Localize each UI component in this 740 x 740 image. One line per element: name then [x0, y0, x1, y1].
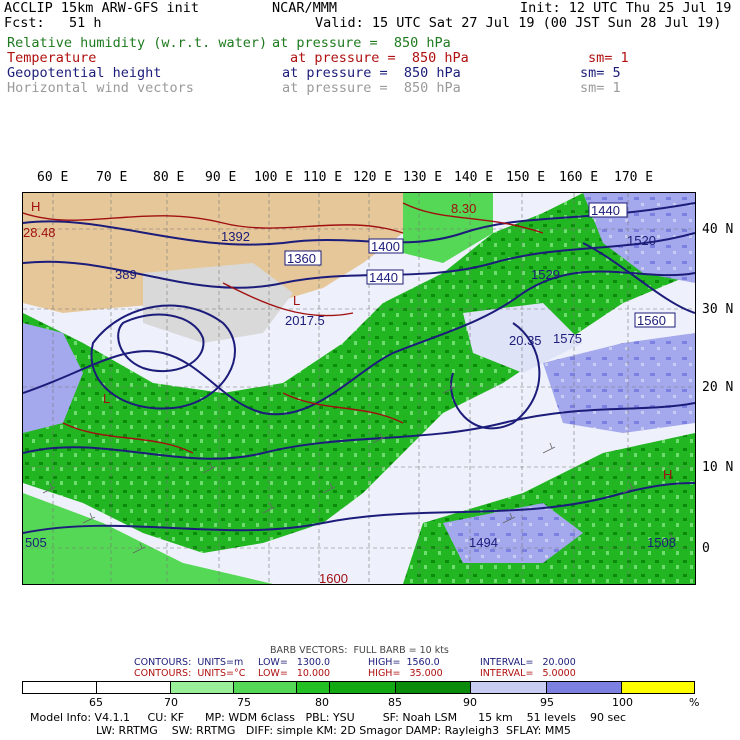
map-label: 20.35	[509, 333, 542, 348]
lon-label: 130 E	[403, 170, 443, 185]
field-rh-name: Relative humidity (w.r.t. water)	[7, 35, 268, 51]
colorbar-swatch	[233, 681, 297, 694]
colorbar-tick: 80	[315, 696, 329, 709]
colorbar-unit: %	[689, 696, 700, 709]
contour-label: CONTOURS: UNITS=m	[134, 657, 244, 668]
colorbar-tick: 70	[164, 696, 178, 709]
map-label: 1440	[369, 270, 398, 285]
lon-label: 100 E	[254, 170, 294, 185]
title-left: ACCLIP 15km ARW-GFS init	[4, 0, 200, 16]
lon-label: 140 E	[454, 170, 494, 185]
lon-label: 120 E	[353, 170, 393, 185]
lat-label: 10 N	[702, 460, 734, 475]
map-label: 1392	[221, 229, 250, 244]
map-label: 389	[115, 267, 137, 282]
colorbar-tick: 65	[89, 696, 103, 709]
colorbar-swatch	[22, 681, 97, 694]
lon-label: 150 E	[506, 170, 546, 185]
map-label: 1400	[371, 239, 400, 254]
field-geo-name: Geopotential height	[7, 65, 162, 81]
map-label: 8.30	[451, 201, 476, 216]
map-label: 28.48	[23, 225, 56, 240]
map-label: H	[663, 467, 672, 482]
map-label: 1520	[627, 233, 656, 248]
field-geo-pressure: at pressure = 850 hPa	[282, 65, 461, 81]
contour-low: LOW= 10.000	[258, 668, 331, 679]
weather-map: H 28.48 389 1392 L 2017.5 1400 1440 1360…	[22, 192, 696, 585]
colorbar-tick: 95	[540, 696, 554, 709]
colorbar-tick: 90	[463, 696, 477, 709]
map-label: 1508	[647, 535, 676, 550]
lat-label: 30 N	[702, 302, 734, 317]
field-rh-pressure: at pressure = 850 hPa	[272, 35, 451, 51]
colorbar-swatch	[621, 681, 695, 694]
init-time: Init: 12 UTC Thu 25 Jul 19	[520, 0, 732, 16]
contour-label: CONTOURS: UNITS=°C	[134, 668, 246, 679]
lat-label: 40 N	[702, 222, 734, 237]
map-label: 505	[25, 535, 47, 550]
barb-note: BARB VECTORS: FULL BARB = 10 kts	[270, 645, 449, 656]
map-label: L	[103, 391, 110, 406]
contour-interval: INTERVAL= 5.0000	[480, 668, 576, 679]
lon-label: 170 E	[614, 170, 654, 185]
colorbar-swatch	[470, 681, 547, 694]
colorbar-tick: 100	[612, 696, 633, 709]
contour-high: HIGH= 1560.0	[368, 657, 440, 668]
colorbar-swatch	[546, 681, 622, 694]
forecast-hour: Fcst: 51 h	[4, 15, 102, 31]
field-wind-sm: sm= 1	[580, 80, 621, 96]
model-info-line2: LW: RRTMG SW: RRTMG DIFF: simple KM: 2D …	[96, 724, 571, 737]
map-label: 1560	[637, 313, 666, 328]
lat-label: 20 N	[702, 380, 734, 395]
field-temp-sm: sm= 1	[588, 50, 629, 66]
lat-label: 0	[702, 541, 710, 556]
map-label: 1529	[531, 267, 560, 282]
field-temp-name: Temperature	[7, 50, 97, 66]
map-label: L	[293, 293, 300, 308]
colorbar-swatch	[395, 681, 471, 694]
lon-label: 90 E	[205, 170, 237, 185]
field-geo-sm: sm= 5	[580, 65, 621, 81]
contour-high: HIGH= 35.000	[368, 668, 443, 679]
map-canvas: H 28.48 389 1392 L 2017.5 1400 1440 1360…	[23, 193, 695, 584]
map-label: 1440	[591, 203, 620, 218]
colorbar-tick: 75	[237, 696, 251, 709]
colorbar-swatch	[296, 681, 330, 694]
lon-label: 60 E	[37, 170, 69, 185]
map-label: 1600	[319, 571, 348, 584]
map-label: H	[31, 199, 40, 214]
map-label: 1494	[469, 535, 498, 550]
lon-label: 110 E	[303, 170, 343, 185]
field-temp-pressure: at pressure = 850 hPa	[290, 50, 469, 66]
field-wind-pressure: at pressure = 850 hPa	[282, 80, 461, 96]
map-label: 1360	[287, 251, 316, 266]
model-info-line1: Model Info: V4.1.1 CU: KF MP: WDM 6class…	[30, 711, 627, 724]
title-center: NCAR/MMM	[272, 0, 338, 16]
map-label: 2017.5	[285, 313, 325, 328]
contour-low: LOW= 1300.0	[258, 657, 331, 668]
valid-time: Valid: 15 UTC Sat 27 Jul 19 (00 JST Sun …	[315, 15, 722, 31]
map-label: 1575	[553, 331, 582, 346]
lon-label: 70 E	[96, 170, 128, 185]
lon-label: 160 E	[559, 170, 599, 185]
colorbar-swatch	[329, 681, 396, 694]
lon-label: 80 E	[153, 170, 185, 185]
contour-interval: INTERVAL= 20.000	[480, 657, 576, 668]
field-wind-name: Horizontal wind vectors	[7, 80, 194, 96]
colorbar-tick: 85	[388, 696, 402, 709]
colorbar-swatch	[170, 681, 234, 694]
colorbar-swatch	[96, 681, 171, 694]
